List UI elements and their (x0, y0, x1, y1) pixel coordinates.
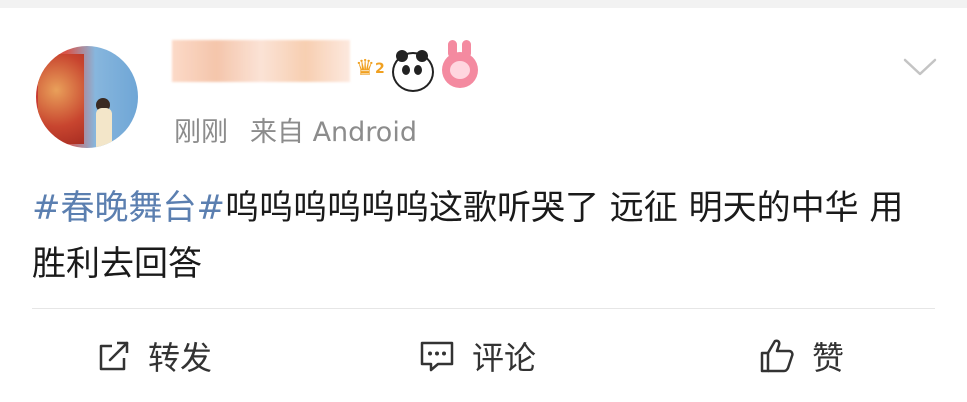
crown-icon: ♛ (355, 56, 375, 81)
panda-left-ear (396, 50, 408, 62)
rabbit-left-ear (448, 40, 457, 58)
username-redacted[interactable] (172, 40, 350, 82)
like-button[interactable]: 赞 (758, 334, 844, 378)
avatar-figure (96, 108, 112, 148)
repost-button[interactable]: 转发 (96, 334, 212, 378)
post-time: 刚刚 (174, 117, 228, 148)
post-source: 来自 Android (250, 117, 417, 148)
post-meta: 刚刚 来自 Android (174, 110, 417, 149)
rabbit-right-ear (462, 40, 471, 58)
repost-label: 转发 (148, 339, 213, 377)
divider (32, 308, 935, 309)
panda-right-eye (414, 65, 422, 75)
panda-badge-icon[interactable] (392, 50, 434, 92)
panda-right-ear (416, 50, 428, 62)
top-separator (0, 0, 967, 8)
panda-left-eye (402, 65, 410, 75)
avatar[interactable] (36, 46, 138, 148)
post-content: #春晚舞台#呜呜呜呜呜呜这歌听哭了 远征 明天的中华 用胜利去回答 (32, 180, 932, 292)
avatar-pillar (38, 54, 84, 144)
vip-level-value: 2 (374, 61, 385, 77)
thumbs-up-icon (760, 339, 794, 373)
comment-icon (420, 341, 454, 372)
rabbit-badge-icon[interactable] (442, 40, 478, 88)
like-label: 赞 (812, 339, 845, 377)
vip-level-badge-icon[interactable]: ♛ 2 (352, 50, 388, 88)
hashtag-link[interactable]: #春晚舞台# (32, 188, 225, 228)
rabbit-face (450, 61, 470, 79)
share-edit-icon (99, 341, 129, 371)
comment-label: 评论 (472, 339, 537, 377)
comment-button[interactable]: 评论 (418, 334, 536, 378)
chevron-down-icon[interactable] (903, 58, 937, 76)
